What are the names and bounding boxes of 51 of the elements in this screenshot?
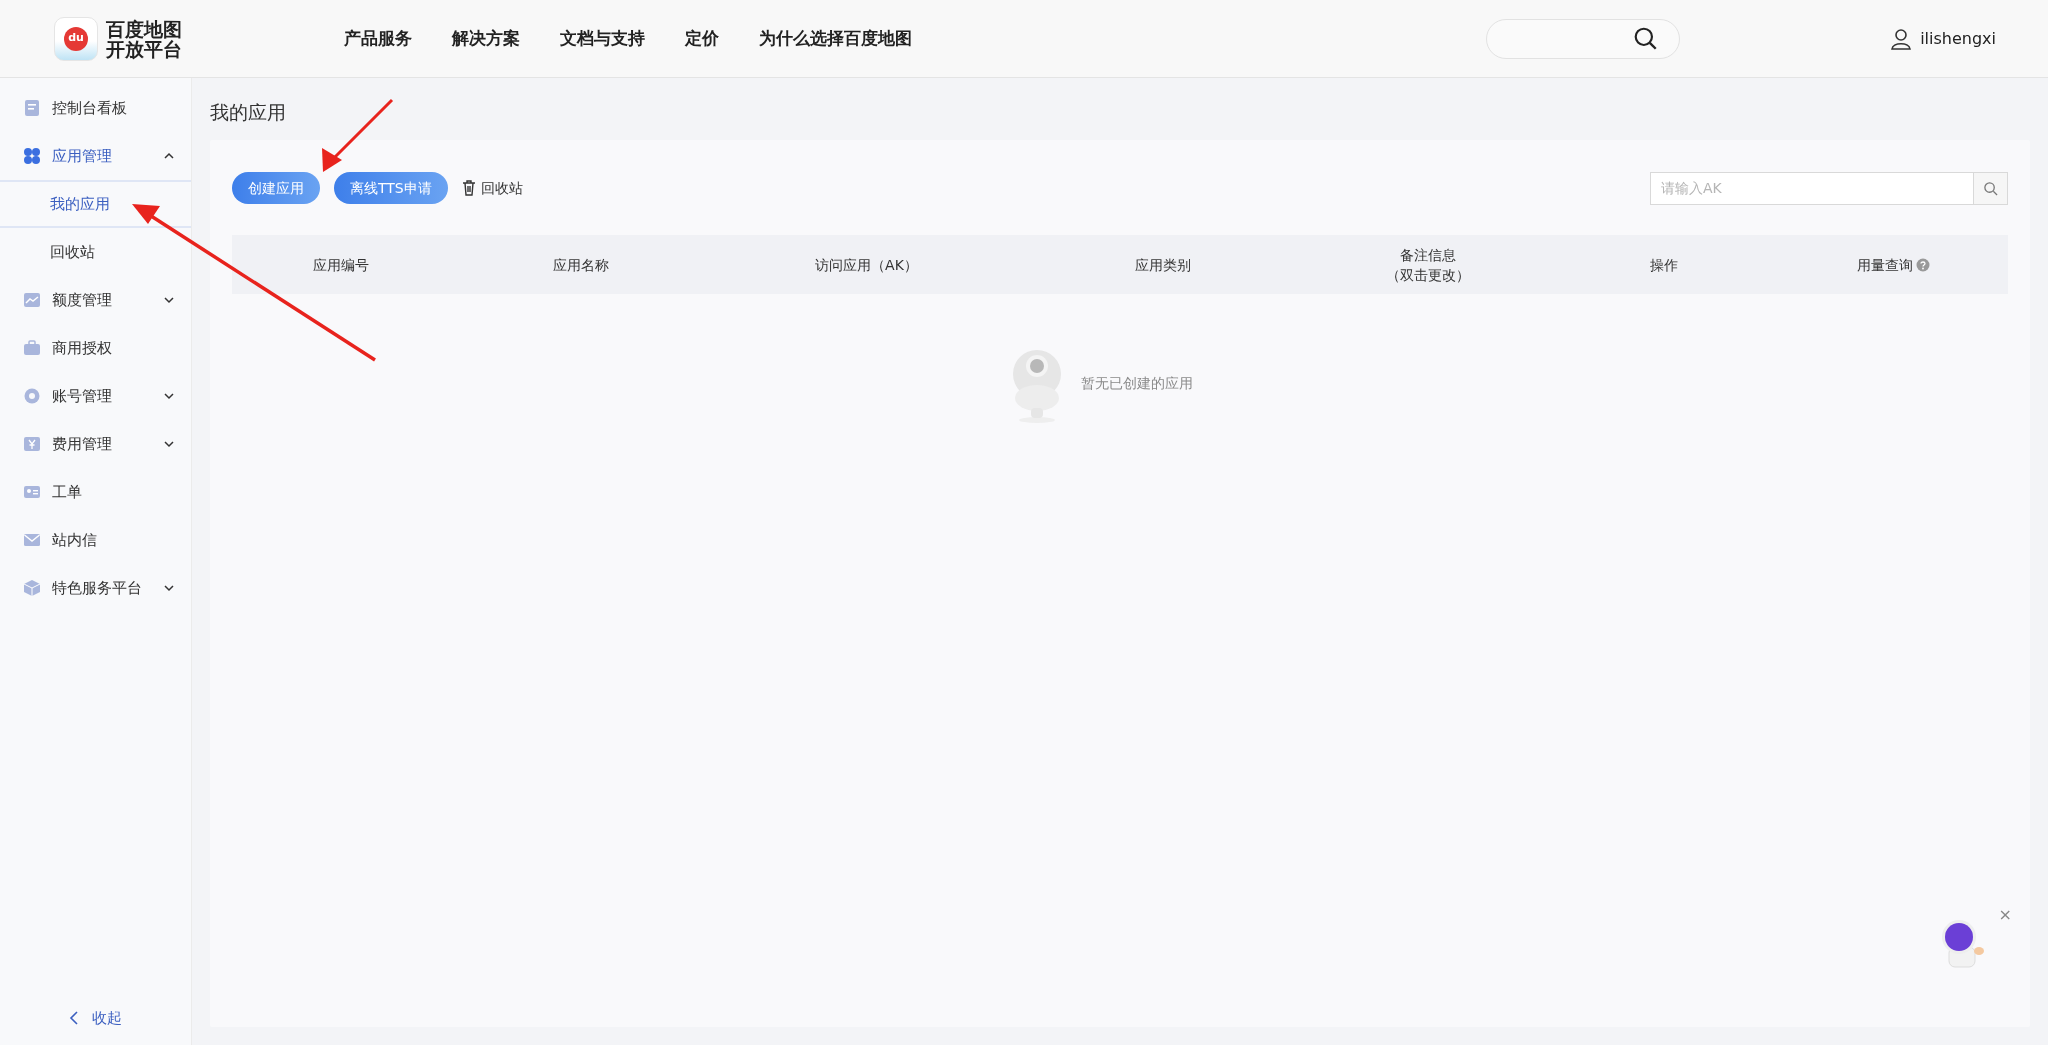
column-header: 应用名称 bbox=[552, 255, 609, 275]
document-icon bbox=[22, 98, 42, 118]
logo-text: 开放平台 bbox=[106, 38, 182, 59]
user-icon bbox=[1890, 27, 1913, 50]
chevron-icon bbox=[163, 438, 175, 450]
search-button[interactable] bbox=[1974, 171, 2008, 205]
briefcase-icon bbox=[22, 338, 42, 358]
sidebar-item[interactable]: 特色服务平台 bbox=[0, 564, 191, 612]
nav-link[interactable]: 定价 bbox=[685, 25, 719, 52]
search-icon bbox=[1983, 180, 1998, 196]
search-field[interactable] bbox=[1486, 18, 1681, 59]
sidebar-item[interactable]: 账号管理 bbox=[0, 372, 191, 420]
help-icon[interactable] bbox=[1915, 257, 1930, 272]
chevron-icon bbox=[163, 390, 175, 402]
nav-link[interactable]: 解决方案 bbox=[452, 25, 520, 52]
sidebar-item[interactable]: 控制台看板 bbox=[0, 84, 191, 132]
column-header: 访问应用（AK） bbox=[815, 255, 918, 275]
sidebar-item[interactable]: 费用管理 bbox=[0, 420, 191, 468]
empty-message: 暂无已创建的应用 bbox=[1081, 373, 1193, 393]
column-header: 用量查询 bbox=[1856, 255, 1913, 275]
chevron-icon bbox=[163, 294, 175, 306]
column-header: 操作 bbox=[1650, 255, 1678, 275]
collapse-button[interactable]: 收起 bbox=[0, 1003, 191, 1033]
nav-link[interactable]: 为什么选择百度地图 bbox=[759, 25, 912, 52]
column-subheader: （双击更改） bbox=[1385, 265, 1470, 285]
sidebar-subitem[interactable]: 我的应用 bbox=[0, 180, 191, 228]
username[interactable]: ilishengxi bbox=[1920, 26, 1996, 51]
column-header: 应用编号 bbox=[312, 255, 369, 275]
chevron-icon bbox=[163, 582, 175, 594]
trash-icon bbox=[461, 180, 476, 196]
sidebar-item[interactable]: 站内信 bbox=[0, 516, 191, 564]
recycle-bin-link[interactable]: 回收站 bbox=[461, 172, 523, 204]
sidebar-item[interactable]: 应用管理 bbox=[0, 132, 191, 180]
page-title: 我的应用 bbox=[210, 100, 287, 125]
sidebar-item[interactable]: 工单 bbox=[0, 468, 191, 516]
logo-text: 百度地图 bbox=[106, 18, 182, 39]
yen-icon bbox=[22, 434, 42, 454]
settings-icon bbox=[22, 386, 42, 406]
ak-search-field[interactable]: 请输入AK bbox=[1650, 171, 1974, 205]
column-header: 备注信息 bbox=[1399, 245, 1456, 265]
grid-icon bbox=[22, 146, 42, 166]
sidebar-item[interactable]: 额度管理 bbox=[0, 276, 191, 324]
nav-link[interactable]: 文档与支持 bbox=[560, 25, 645, 52]
sidebar-item[interactable]: 商用授权 bbox=[0, 324, 191, 372]
chevron-left-icon bbox=[68, 1011, 80, 1025]
cube-icon bbox=[22, 578, 42, 598]
logo-badge: du bbox=[64, 26, 88, 51]
chart-icon bbox=[22, 290, 42, 310]
column-header: 应用类别 bbox=[1135, 255, 1191, 275]
nav-link[interactable]: 产品服务 bbox=[344, 25, 412, 52]
sidebar-subitem[interactable]: 回收站 bbox=[0, 228, 191, 276]
